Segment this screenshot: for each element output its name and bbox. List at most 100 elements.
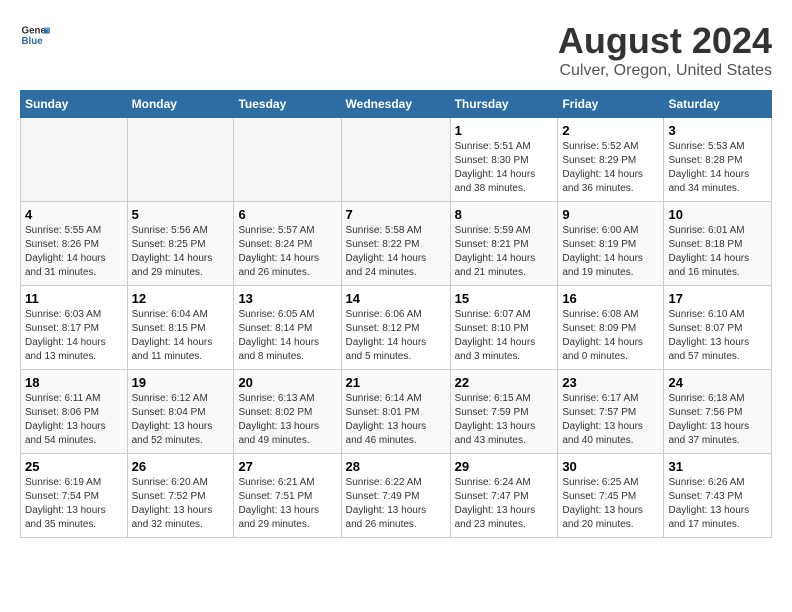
- day-cell: 15 Sunrise: 6:07 AM Sunset: 8:10 PM Dayli…: [450, 286, 558, 370]
- column-header-sunday: Sunday: [21, 91, 128, 118]
- day-number: 31: [668, 459, 767, 474]
- day-info: Sunrise: 6:07 AM Sunset: 8:10 PM Dayligh…: [455, 308, 554, 364]
- day-cell: [21, 118, 128, 202]
- day-number: 27: [238, 459, 336, 474]
- logo: General Blue: [20, 20, 50, 50]
- day-info: Sunrise: 6:15 AM Sunset: 7:59 PM Dayligh…: [455, 392, 554, 448]
- day-cell: 18 Sunrise: 6:11 AM Sunset: 8:06 PM Dayli…: [21, 370, 128, 454]
- day-info: Sunrise: 5:57 AM Sunset: 8:24 PM Dayligh…: [238, 224, 336, 280]
- header: General Blue August 2024 Culver, Oregon,…: [20, 20, 772, 80]
- day-info: Sunrise: 6:17 AM Sunset: 7:57 PM Dayligh…: [562, 392, 659, 448]
- day-info: Sunrise: 6:08 AM Sunset: 8:09 PM Dayligh…: [562, 308, 659, 364]
- day-number: 23: [562, 375, 659, 390]
- day-info: Sunrise: 6:21 AM Sunset: 7:51 PM Dayligh…: [238, 476, 336, 532]
- day-info: Sunrise: 6:26 AM Sunset: 7:43 PM Dayligh…: [668, 476, 767, 532]
- day-number: 6: [238, 207, 336, 222]
- day-number: 18: [25, 375, 123, 390]
- day-info: Sunrise: 6:14 AM Sunset: 8:01 PM Dayligh…: [346, 392, 446, 448]
- day-cell: 20Sunrise: 6:13 AM Sunset: 8:02 PM Dayli…: [234, 370, 341, 454]
- day-number: 14: [346, 291, 446, 306]
- day-number: 7: [346, 207, 446, 222]
- calendar-table: SundayMondayTuesdayWednesdayThursdayFrid…: [20, 90, 772, 538]
- day-cell: 7 Sunrise: 5:58 AM Sunset: 8:22 PM Daylig…: [341, 202, 450, 286]
- column-header-thursday: Thursday: [450, 91, 558, 118]
- day-number: 22: [455, 375, 554, 390]
- subtitle: Culver, Oregon, United States: [558, 62, 772, 80]
- day-cell: 4Sunrise: 5:55 AM Sunset: 8:26 PM Daylig…: [21, 202, 128, 286]
- day-number: 21: [346, 375, 446, 390]
- day-number: 4: [25, 207, 123, 222]
- column-header-wednesday: Wednesday: [341, 91, 450, 118]
- day-cell: 12 Sunrise: 6:04 AM Sunset: 8:15 PM Dayli…: [127, 286, 234, 370]
- day-number: 2: [562, 123, 659, 138]
- day-info: Sunrise: 6:18 AM Sunset: 7:56 PM Dayligh…: [668, 392, 767, 448]
- day-info: Sunrise: 6:22 AM Sunset: 7:49 PM Dayligh…: [346, 476, 446, 532]
- day-cell: 5 Sunrise: 5:56 AM Sunset: 8:25 PM Daylig…: [127, 202, 234, 286]
- day-cell: 8 Sunrise: 5:59 AM Sunset: 8:21 PM Daylig…: [450, 202, 558, 286]
- column-header-monday: Monday: [127, 91, 234, 118]
- day-cell: 1Sunrise: 5:51 AM Sunset: 8:30 PM Daylig…: [450, 118, 558, 202]
- day-cell: 17Sunrise: 6:10 AM Sunset: 8:07 PM Dayli…: [664, 286, 772, 370]
- day-cell: 10 Sunrise: 6:01 AM Sunset: 8:18 PM Dayli…: [664, 202, 772, 286]
- day-info: Sunrise: 5:53 AM Sunset: 8:28 PM Dayligh…: [668, 140, 767, 196]
- day-info: Sunrise: 6:06 AM Sunset: 8:12 PM Dayligh…: [346, 308, 446, 364]
- day-number: 15: [455, 291, 554, 306]
- day-number: 5: [132, 207, 230, 222]
- day-info: Sunrise: 6:20 AM Sunset: 7:52 PM Dayligh…: [132, 476, 230, 532]
- day-cell: 24 Sunrise: 6:18 AM Sunset: 7:56 PM Dayli…: [664, 370, 772, 454]
- day-number: 28: [346, 459, 446, 474]
- day-cell: 21 Sunrise: 6:14 AM Sunset: 8:01 PM Dayli…: [341, 370, 450, 454]
- day-number: 26: [132, 459, 230, 474]
- svg-text:Blue: Blue: [22, 36, 44, 47]
- week-row-5: 25 Sunrise: 6:19 AM Sunset: 7:54 PM Dayli…: [21, 454, 772, 538]
- day-number: 10: [668, 207, 767, 222]
- day-number: 20: [238, 375, 336, 390]
- day-number: 13: [238, 291, 336, 306]
- column-header-saturday: Saturday: [664, 91, 772, 118]
- day-info: Sunrise: 6:19 AM Sunset: 7:54 PM Dayligh…: [25, 476, 123, 532]
- day-info: Sunrise: 5:56 AM Sunset: 8:25 PM Dayligh…: [132, 224, 230, 280]
- day-info: Sunrise: 5:58 AM Sunset: 8:22 PM Dayligh…: [346, 224, 446, 280]
- day-info: Sunrise: 6:11 AM Sunset: 8:06 PM Dayligh…: [25, 392, 123, 448]
- day-info: Sunrise: 5:59 AM Sunset: 8:21 PM Dayligh…: [455, 224, 554, 280]
- day-info: Sunrise: 6:05 AM Sunset: 8:14 PM Dayligh…: [238, 308, 336, 364]
- day-cell: 13 Sunrise: 6:05 AM Sunset: 8:14 PM Dayli…: [234, 286, 341, 370]
- day-cell: 27 Sunrise: 6:21 AM Sunset: 7:51 PM Dayli…: [234, 454, 341, 538]
- day-cell: 16Sunrise: 6:08 AM Sunset: 8:09 PM Dayli…: [558, 286, 664, 370]
- day-cell: 30 Sunrise: 6:25 AM Sunset: 7:45 PM Dayli…: [558, 454, 664, 538]
- day-info: Sunrise: 6:25 AM Sunset: 7:45 PM Dayligh…: [562, 476, 659, 532]
- day-number: 11: [25, 291, 123, 306]
- week-row-2: 4Sunrise: 5:55 AM Sunset: 8:26 PM Daylig…: [21, 202, 772, 286]
- day-cell: 22 Sunrise: 6:15 AM Sunset: 7:59 PM Dayli…: [450, 370, 558, 454]
- day-cell: 3Sunrise: 5:53 AM Sunset: 8:28 PM Daylig…: [664, 118, 772, 202]
- day-number: 25: [25, 459, 123, 474]
- day-cell: 23 Sunrise: 6:17 AM Sunset: 7:57 PM Dayli…: [558, 370, 664, 454]
- day-cell: 29 Sunrise: 6:24 AM Sunset: 7:47 PM Dayli…: [450, 454, 558, 538]
- day-info: Sunrise: 5:51 AM Sunset: 8:30 PM Dayligh…: [455, 140, 554, 196]
- title-section: August 2024 Culver, Oregon, United State…: [558, 20, 772, 80]
- day-info: Sunrise: 6:01 AM Sunset: 8:18 PM Dayligh…: [668, 224, 767, 280]
- day-cell: 9Sunrise: 6:00 AM Sunset: 8:19 PM Daylig…: [558, 202, 664, 286]
- day-number: 30: [562, 459, 659, 474]
- day-number: 8: [455, 207, 554, 222]
- day-cell: 6 Sunrise: 5:57 AM Sunset: 8:24 PM Daylig…: [234, 202, 341, 286]
- day-number: 12: [132, 291, 230, 306]
- day-cell: [234, 118, 341, 202]
- main-title: August 2024: [558, 20, 772, 62]
- column-header-friday: Friday: [558, 91, 664, 118]
- day-number: 29: [455, 459, 554, 474]
- day-info: Sunrise: 6:12 AM Sunset: 8:04 PM Dayligh…: [132, 392, 230, 448]
- day-number: 9: [562, 207, 659, 222]
- week-row-4: 18 Sunrise: 6:11 AM Sunset: 8:06 PM Dayli…: [21, 370, 772, 454]
- day-cell: [127, 118, 234, 202]
- day-number: 24: [668, 375, 767, 390]
- day-info: Sunrise: 6:04 AM Sunset: 8:15 PM Dayligh…: [132, 308, 230, 364]
- day-cell: 31 Sunrise: 6:26 AM Sunset: 7:43 PM Dayli…: [664, 454, 772, 538]
- day-cell: [341, 118, 450, 202]
- day-cell: 26 Sunrise: 6:20 AM Sunset: 7:52 PM Dayli…: [127, 454, 234, 538]
- day-cell: 25 Sunrise: 6:19 AM Sunset: 7:54 PM Dayli…: [21, 454, 128, 538]
- header-row: SundayMondayTuesdayWednesdayThursdayFrid…: [21, 91, 772, 118]
- day-cell: 28 Sunrise: 6:22 AM Sunset: 7:49 PM Dayli…: [341, 454, 450, 538]
- day-info: Sunrise: 6:24 AM Sunset: 7:47 PM Dayligh…: [455, 476, 554, 532]
- day-info: Sunrise: 6:10 AM Sunset: 8:07 PM Dayligh…: [668, 308, 767, 364]
